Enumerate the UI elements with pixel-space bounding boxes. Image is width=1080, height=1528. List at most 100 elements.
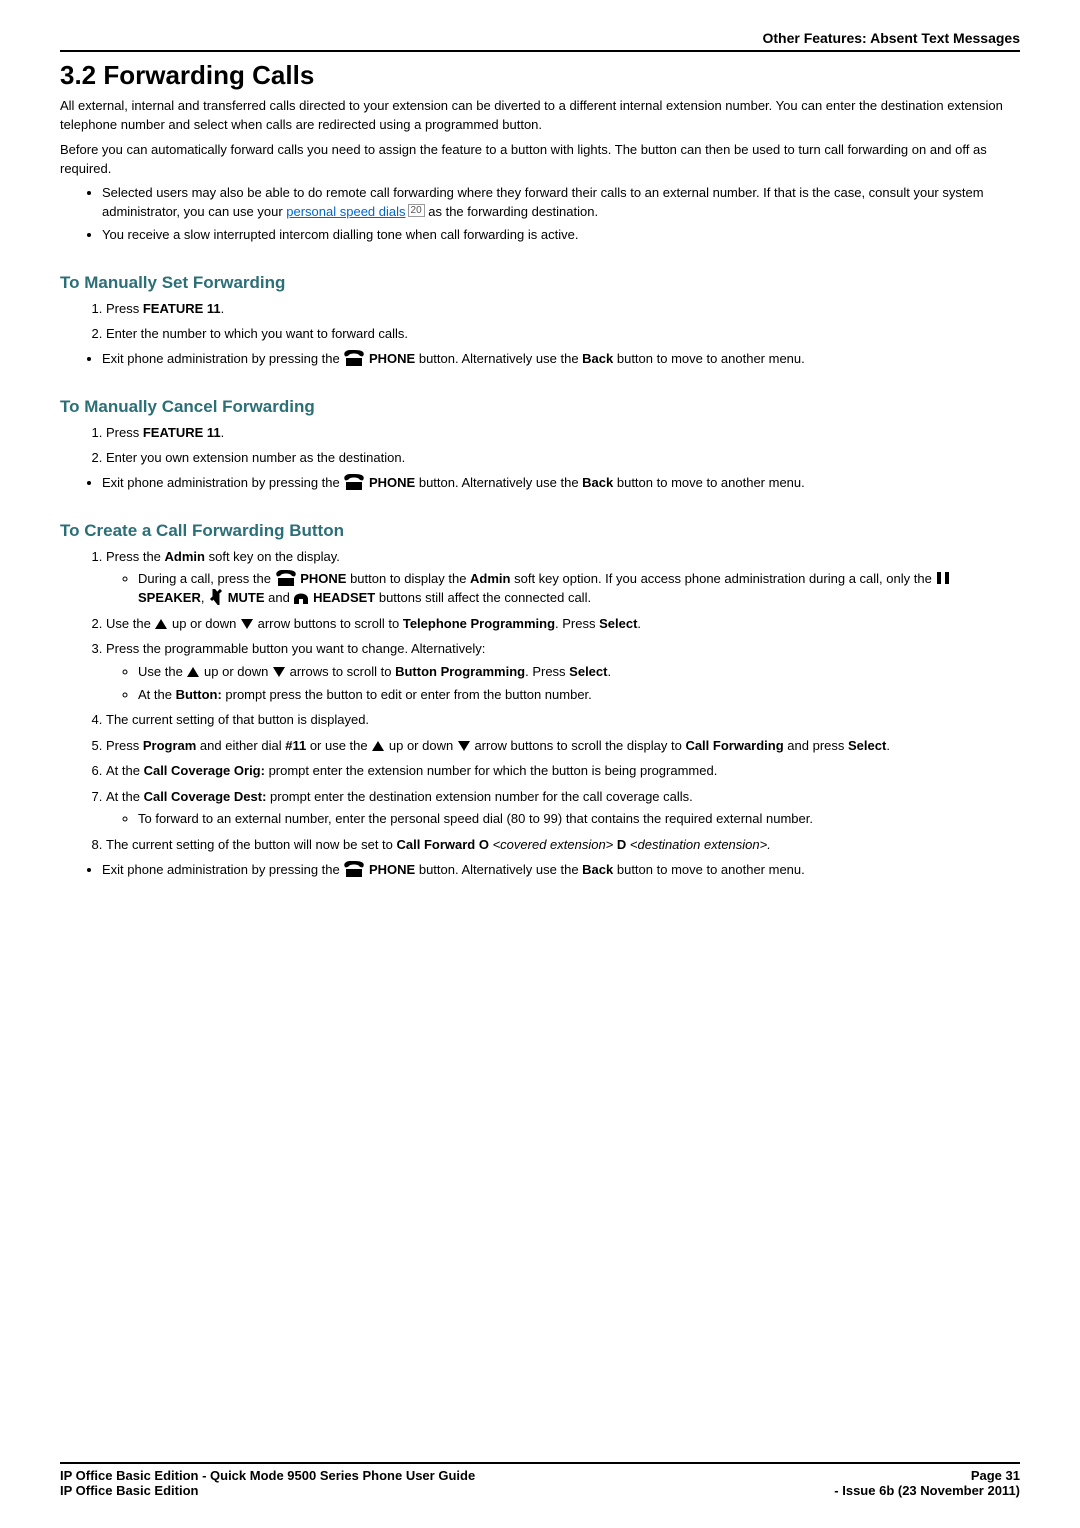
c-s5f: and press (784, 738, 848, 753)
c-sub3b-b: Button: (176, 687, 222, 702)
c-s5e: arrow buttons to scroll the display to (474, 738, 685, 753)
c-s6a: At the (106, 763, 144, 778)
c-s5b: and either dial (196, 738, 285, 753)
c-s2d: . Press (555, 616, 599, 631)
set-s1a: Press (106, 301, 143, 316)
set-b1-phone: PHONE (369, 351, 415, 366)
c-s7a: At the (106, 789, 144, 804)
phone-icon (343, 861, 365, 877)
down-arrow-icon (457, 739, 471, 753)
c-sub3a-d: . Press (525, 664, 569, 679)
create-s1c: soft key on the display. (205, 549, 340, 564)
cancel-b1c: button to move to another menu. (613, 475, 805, 490)
c-sub1a: During a call, press the (138, 571, 275, 586)
c-s7c: prompt enter the destination extension n… (266, 789, 692, 804)
c-sub3a-c: arrows to scroll to (290, 664, 395, 679)
page-title: 3.2 Forwarding Calls (60, 60, 1020, 91)
c-sub3a-a: Use the (138, 664, 186, 679)
headset-icon (293, 589, 309, 605)
c-sub3a-b: up or down (204, 664, 272, 679)
down-arrow-icon (272, 665, 286, 679)
create-b1a: Exit phone administration by pressing th… (102, 862, 343, 877)
create-step-2: Use the up or down arrow buttons to scro… (106, 614, 1020, 634)
create-b1-back: Back (582, 862, 613, 877)
create-exit-bullet: Exit phone administration by pressing th… (102, 861, 1020, 880)
c-s5-code: #11 (285, 738, 306, 753)
heading-cancel-forwarding: To Manually Cancel Forwarding (60, 397, 1020, 417)
create-sub1: During a call, press the PHONE button to… (138, 570, 1020, 608)
phone-icon (343, 474, 365, 490)
up-arrow-icon (371, 739, 385, 753)
phone-icon (275, 570, 297, 586)
c-sub1-mute: MUTE (228, 590, 265, 605)
set-s1c: . (221, 301, 225, 316)
cancel-step-2: Enter you own extension number as the de… (106, 448, 1020, 468)
mute-icon (208, 589, 224, 605)
c-s5a: Press (106, 738, 143, 753)
heading-create-button: To Create a Call Forwarding Button (60, 521, 1020, 541)
intro-bullet-2: You receive a slow interrupted intercom … (102, 226, 1020, 245)
heading-set-forwarding: To Manually Set Forwarding (60, 273, 1020, 293)
create-sub3a: Use the up or down arrows to scroll to B… (138, 663, 1020, 682)
create-b1b: button. Alternatively use the (419, 862, 582, 877)
set-b1b: button. Alternatively use the (419, 351, 582, 366)
c-s6b: Call Coverage Orig: (144, 763, 265, 778)
up-arrow-icon (186, 665, 200, 679)
c-s5d: up or down (389, 738, 457, 753)
c-sub3a-bp: Button Programming (395, 664, 525, 679)
c-sub3b-c: prompt press the button to edit or enter… (222, 687, 592, 702)
cancel-s1b: FEATURE 11 (143, 425, 221, 440)
c-s2-tp: Telephone Programming (403, 616, 555, 631)
c-s8c: <covered extension> (489, 837, 617, 852)
create-step-7: At the Call Coverage Dest: prompt enter … (106, 787, 1020, 829)
cancel-b1b: button. Alternatively use the (419, 475, 582, 490)
c-sub3a-sel: Select (569, 664, 607, 679)
header-breadcrumb: Other Features: Absent Text Messages (60, 30, 1020, 52)
personal-speed-dials-link[interactable]: personal speed dials (286, 204, 405, 219)
cancel-b1-back: Back (582, 475, 613, 490)
cancel-step-1: Press FEATURE 11. (106, 423, 1020, 443)
c-s2b: up or down (172, 616, 240, 631)
create-s1a: Press the (106, 549, 165, 564)
create-sub7: To forward to an external number, enter … (138, 810, 1020, 829)
set-step-2: Enter the number to which you want to fo… (106, 324, 1020, 344)
set-exit-bullet: Exit phone administration by pressing th… (102, 350, 1020, 369)
c-s6c: prompt enter the extension number for wh… (265, 763, 717, 778)
create-sub3b: At the Button: prompt press the button t… (138, 686, 1020, 705)
c-s2c: arrow buttons to scroll to (258, 616, 403, 631)
c-sub3a-e: . (607, 664, 611, 679)
create-b1c: button to move to another menu. (613, 862, 805, 877)
c-sub1-phone: PHONE (300, 571, 346, 586)
cancel-s1a: Press (106, 425, 143, 440)
create-step-3: Press the programmable button you want t… (106, 639, 1020, 704)
c-s3: Press the programmable button you want t… (106, 641, 485, 656)
page-footer: IP Office Basic Edition - Quick Mode 950… (60, 1462, 1020, 1498)
create-step-1: Press the Admin soft key on the display.… (106, 547, 1020, 608)
create-step-4: The current setting of that button is di… (106, 710, 1020, 730)
c-sub1-admin: Admin (470, 571, 510, 586)
intro-bullet-1: Selected users may also be able to do re… (102, 184, 1020, 222)
cancel-s1c: . (221, 425, 225, 440)
set-s1b: FEATURE 11 (143, 301, 221, 316)
footer-right-1: Page 31 (971, 1468, 1020, 1483)
create-step-5: Press Program and either dial #11 or use… (106, 736, 1020, 756)
intro-b1-b: as the forwarding destination. (425, 204, 598, 219)
up-arrow-icon (154, 617, 168, 631)
create-s1b: Admin (165, 549, 205, 564)
c-s5-sel: Select (848, 738, 886, 753)
down-arrow-icon (240, 617, 254, 631)
cancel-b1-phone: PHONE (369, 475, 415, 490)
c-s8b: Call Forward O (397, 837, 489, 852)
create-b1-phone: PHONE (369, 862, 415, 877)
c-sub1d: , (201, 590, 208, 605)
c-s8d: D (617, 837, 626, 852)
intro-p1: All external, internal and transferred c… (60, 97, 1020, 135)
footer-right-2: - Issue 6b (23 November 2011) (834, 1483, 1020, 1498)
c-s2e: . (637, 616, 641, 631)
c-s8a: The current setting of the button will n… (106, 837, 397, 852)
c-sub1-headset: HEADSET (313, 590, 375, 605)
c-s2-sel: Select (599, 616, 637, 631)
footer-left-1: IP Office Basic Edition - Quick Mode 950… (60, 1468, 475, 1483)
phone-icon (343, 350, 365, 366)
c-sub1f: buttons still affect the connected call. (375, 590, 591, 605)
